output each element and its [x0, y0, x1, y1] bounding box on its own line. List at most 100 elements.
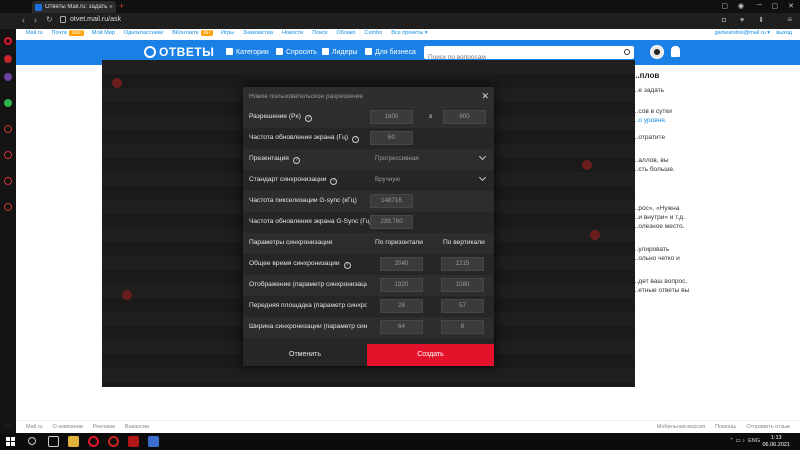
front-porch-horizontal-input[interactable]: 28	[380, 299, 423, 313]
portal-link[interactable]: Все проекты ▾	[391, 30, 427, 36]
display-vertical-input[interactable]: 1080	[441, 278, 484, 292]
display-horizontal-input[interactable]: 1920	[380, 278, 423, 292]
whatsapp-icon[interactable]	[4, 99, 12, 107]
app-icon[interactable]	[148, 436, 159, 447]
history-icon[interactable]	[4, 125, 12, 133]
nav-categories[interactable]: Категории	[226, 48, 269, 56]
footer-link[interactable]: Мобильная версия	[657, 424, 705, 430]
language-indicator[interactable]: ENG	[748, 438, 760, 444]
maximize-icon[interactable]: ▢	[771, 2, 778, 10]
extensions-icon[interactable]	[4, 177, 12, 185]
minimize-icon[interactable]: ─	[757, 2, 762, 9]
row-label: Ширина синхронизации (параметр синхрониз…	[249, 323, 367, 330]
logo-text: ОТВЕТЫ	[159, 45, 215, 59]
portal-link[interactable]: Мой Мир	[92, 30, 115, 36]
rules-link[interactable]: ...о уровня.	[633, 116, 800, 125]
portal-link[interactable]: Combo	[364, 30, 382, 36]
create-button[interactable]: Создать	[367, 344, 494, 366]
windows-start-icon[interactable]	[6, 437, 15, 446]
footer-link[interactable]: Вакансии	[125, 424, 149, 430]
row-total: Общее время синхронизации? 2040 1215	[243, 254, 494, 275]
sync-standard-select[interactable]: Вручную	[371, 173, 489, 187]
presentation-select[interactable]: Прогрессивная	[371, 152, 489, 166]
nav-ask[interactable]: Спросить	[276, 48, 317, 56]
portal-link[interactable]: Одноклассники	[124, 30, 163, 36]
bookmarks-icon[interactable]	[4, 151, 12, 159]
back-icon[interactable]: ‹	[22, 15, 25, 25]
portal-link[interactable]: Mail.ru	[26, 30, 43, 36]
blurred-icon	[112, 78, 122, 88]
portal-link[interactable]: Знакомства	[243, 30, 273, 36]
opera-sidebar: ···	[0, 29, 16, 433]
url-field[interactable]: otvet.mail.ru/ask	[70, 16, 121, 23]
taskbar: ⌃ ▭ ♪ ENG 1:13 06.06.2021	[0, 433, 800, 450]
help-icon[interactable]: ?	[343, 262, 351, 269]
footer-link[interactable]: Mail.ru	[26, 424, 43, 430]
row-sync-width: Ширина синхронизации (параметр синхрониз…	[243, 317, 494, 338]
opera-gx-icon[interactable]	[88, 436, 99, 447]
clock[interactable]: 1:13 06.06.2021	[762, 435, 790, 448]
twitch-icon[interactable]	[4, 73, 12, 81]
cancel-button[interactable]: Отменить	[243, 344, 367, 366]
portal-link[interactable]: ВКонтакте	[172, 30, 198, 36]
rules-text: ...етные ответы вы	[633, 287, 690, 294]
resolution-height-input[interactable]: 900	[443, 110, 486, 124]
rules-text: ...и внутри» и т.д.	[633, 214, 685, 221]
portal-link[interactable]: Почта	[52, 30, 67, 36]
row-label: Презентация?	[249, 155, 300, 164]
help-icon[interactable]: ?	[330, 178, 338, 185]
menu-icon[interactable]: ≡	[787, 15, 792, 24]
snapshot-icon[interactable]: ▢	[721, 2, 728, 10]
front-porch-vertical-input[interactable]: 57	[441, 299, 484, 313]
nav-leaders[interactable]: Лидеры	[322, 48, 357, 56]
new-tab-icon[interactable]: +	[119, 1, 124, 11]
avatar[interactable]	[650, 45, 664, 59]
amd-icon[interactable]	[128, 436, 139, 447]
categories-icon	[226, 48, 233, 55]
footer-link[interactable]: О компании	[53, 424, 83, 430]
answers-logo[interactable]: ОТВЕТЫ	[144, 45, 214, 59]
help-icon[interactable]: ?	[305, 115, 312, 122]
opera-icon[interactable]	[108, 436, 119, 447]
pixel-clock-input[interactable]: 148716	[370, 194, 413, 208]
opera-logo-icon[interactable]	[4, 37, 12, 45]
forward-icon[interactable]: ›	[34, 15, 37, 25]
footer-link[interactable]: Помощь	[715, 424, 736, 430]
row-sync-params: Параметры синхронизации По горизонтали П…	[243, 233, 494, 254]
exit-link[interactable]: выход	[776, 30, 792, 36]
sync-width-horizontal-input[interactable]: 64	[380, 320, 423, 334]
portal-link[interactable]: Поиск	[312, 30, 327, 36]
portal-link[interactable]: Новости	[282, 30, 303, 36]
messenger-icon[interactable]	[4, 55, 12, 63]
file-explorer-icon[interactable]	[68, 436, 79, 447]
user-menu[interactable]: gameandrei@mail.ru ▾	[715, 30, 770, 36]
close-window-icon[interactable]: ✕	[788, 2, 794, 10]
portal-link[interactable]: Облако	[337, 30, 356, 36]
settings-icon[interactable]	[4, 203, 12, 211]
help-icon[interactable]: ?	[292, 157, 300, 164]
help-icon[interactable]: ?	[352, 136, 360, 143]
gsync-refresh-input[interactable]: 239.760	[370, 215, 413, 229]
reload-icon[interactable]: ↻	[46, 15, 53, 24]
portal-link[interactable]: Игры	[221, 30, 234, 36]
search-icon[interactable]	[28, 437, 36, 445]
refresh-rate-input[interactable]: 60	[370, 131, 413, 145]
more-icon[interactable]: ···	[5, 423, 11, 429]
task-view-icon[interactable]	[48, 436, 59, 447]
notifications-icon[interactable]	[671, 46, 680, 57]
nav-business[interactable]: Для бизнеса	[365, 48, 416, 56]
camera-icon[interactable]: ◘ ♥ ⬇	[722, 16, 770, 24]
resolution-width-input[interactable]: 1600	[370, 110, 413, 124]
search-icon[interactable]	[624, 49, 630, 55]
row-refresh: Частота обновления экрана (Гц)? 60	[243, 128, 494, 149]
total-vertical-input[interactable]: 1215	[441, 257, 484, 271]
pin-icon[interactable]: ◉	[738, 2, 744, 10]
total-horizontal-input[interactable]: 2040	[380, 257, 423, 271]
footer-link[interactable]: Отправить отзыв	[746, 424, 790, 430]
close-icon[interactable]: ✕	[481, 91, 489, 102]
browser-tab[interactable]: Ответы Mail.ru: задать во... ×	[32, 1, 116, 13]
close-tab-icon[interactable]: ×	[109, 4, 113, 11]
footer-link[interactable]: Реклама	[93, 424, 115, 430]
row-label: Стандарт синхронизации?	[249, 176, 338, 185]
sync-width-vertical-input[interactable]: 8	[441, 320, 484, 334]
